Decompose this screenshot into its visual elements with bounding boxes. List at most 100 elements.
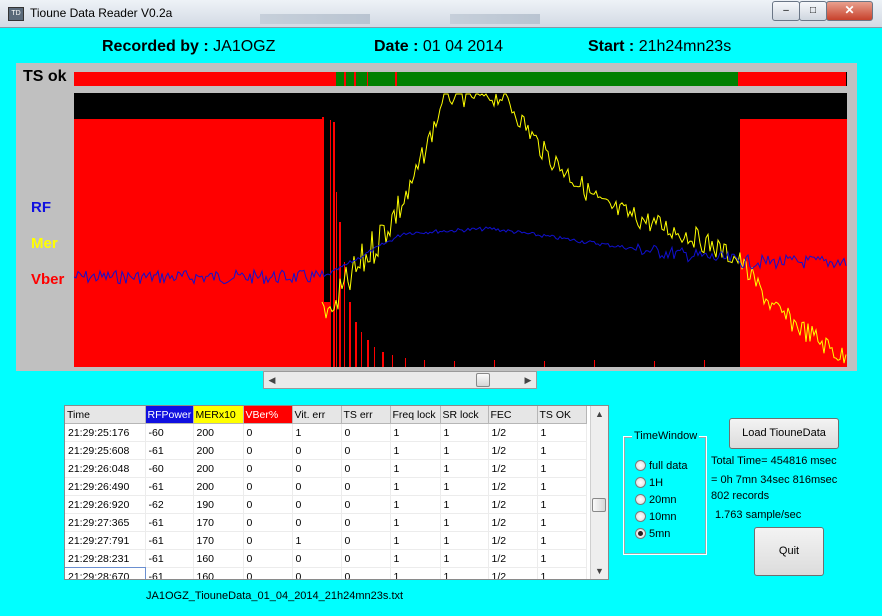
- table-cell[interactable]: 1/2: [488, 513, 538, 532]
- table-cell[interactable]: 1: [440, 477, 489, 496]
- table-row[interactable]: 21:29:27:365 -61 170 0 0 0 1 1 1/2 1: [65, 513, 587, 532]
- table-cell[interactable]: 1/2: [488, 441, 538, 460]
- table-cell[interactable]: 1: [292, 423, 342, 442]
- table-cell[interactable]: 0: [341, 477, 391, 496]
- column-header[interactable]: TS OK: [537, 406, 587, 424]
- data-table[interactable]: Time RFPower MERx10 VBer% Vit. err TS err Freq…: [64, 405, 609, 580]
- table-row[interactable]: 21:29:25:608 -61 200 0 0 0 1 1 1/2 1: [65, 441, 587, 460]
- table-cell[interactable]: 1: [440, 531, 489, 550]
- table-cell[interactable]: 0: [292, 513, 342, 532]
- table-cell[interactable]: 200: [193, 459, 244, 478]
- column-header[interactable]: VBer%: [243, 406, 293, 424]
- table-cell[interactable]: 1: [440, 423, 489, 442]
- table-cell[interactable]: 0: [243, 567, 293, 579]
- table-cell[interactable]: 200: [193, 441, 244, 460]
- table-cell[interactable]: 0: [292, 441, 342, 460]
- table-cell[interactable]: 200: [193, 477, 244, 496]
- column-header[interactable]: TS err: [341, 406, 391, 424]
- radio-icon[interactable]: [635, 528, 646, 539]
- table-cell[interactable]: 0: [341, 513, 391, 532]
- table-cell[interactable]: 1: [390, 549, 441, 568]
- table-cell[interactable]: 0: [243, 423, 293, 442]
- table-scroll-thumb[interactable]: [592, 498, 606, 513]
- table-cell[interactable]: 21:29:26:920: [65, 495, 146, 514]
- plot-scrollbar[interactable]: ◀ ▶: [263, 371, 537, 389]
- table-cell[interactable]: -61: [145, 513, 194, 532]
- table-cell[interactable]: 160: [193, 549, 244, 568]
- table-cell[interactable]: 0: [243, 513, 293, 532]
- time-window-option[interactable]: full data: [635, 459, 688, 473]
- table-cell[interactable]: 0: [292, 459, 342, 478]
- column-header[interactable]: Vit. err: [292, 406, 342, 424]
- table-cell[interactable]: 1: [537, 531, 587, 550]
- table-cell[interactable]: 21:29:25:176: [65, 423, 146, 442]
- table-cell[interactable]: 1: [537, 459, 587, 478]
- table-row[interactable]: 21:29:26:490 -61 200 0 0 0 1 1 1/2 1: [65, 477, 587, 496]
- table-cell[interactable]: 1/2: [488, 567, 538, 579]
- table-cell[interactable]: 1/2: [488, 459, 538, 478]
- table-row[interactable]: 21:29:26:920 -62 190 0 0 0 1 1 1/2 1: [65, 495, 587, 514]
- table-cell[interactable]: 1: [537, 549, 587, 568]
- table-cell[interactable]: 0: [243, 441, 293, 460]
- table-cell[interactable]: 1/2: [488, 423, 538, 442]
- time-window-option[interactable]: 10mn: [635, 510, 677, 524]
- table-cell[interactable]: 0: [243, 531, 293, 550]
- time-window-option[interactable]: 1H: [635, 476, 663, 490]
- plot-scroll-thumb[interactable]: [476, 373, 491, 387]
- table-cell[interactable]: -61: [145, 477, 194, 496]
- table-cell[interactable]: 1: [440, 459, 489, 478]
- table-cell[interactable]: 21:29:26:048: [65, 459, 146, 478]
- table-cell[interactable]: 1: [537, 567, 587, 579]
- table-cell[interactable]: 21:29:27:365: [65, 513, 146, 532]
- time-window-option[interactable]: 5mn: [635, 527, 670, 541]
- table-cell[interactable]: 1: [440, 495, 489, 514]
- table-cell[interactable]: 170: [193, 531, 244, 550]
- table-cell[interactable]: -60: [145, 423, 194, 442]
- scroll-left-icon[interactable]: ◀: [264, 372, 280, 388]
- table-cell[interactable]: -61: [145, 441, 194, 460]
- scroll-down-icon[interactable]: ▼: [591, 563, 608, 579]
- column-header[interactable]: FEC: [488, 406, 538, 424]
- scroll-up-icon[interactable]: ▲: [591, 406, 608, 422]
- table-cell[interactable]: 1: [390, 531, 441, 550]
- radio-icon[interactable]: [635, 477, 646, 488]
- table-cell[interactable]: 21:29:28:670: [65, 566, 146, 579]
- scroll-right-icon[interactable]: ▶: [520, 372, 536, 388]
- minimize-button[interactable]: ‒: [772, 1, 800, 21]
- table-cell[interactable]: 1/2: [488, 549, 538, 568]
- table-cell[interactable]: 1: [537, 441, 587, 460]
- table-cell[interactable]: 170: [193, 513, 244, 532]
- table-cell[interactable]: 0: [292, 495, 342, 514]
- table-scrollbar[interactable]: ▲ ▼: [590, 406, 608, 579]
- table-cell[interactable]: 1: [537, 513, 587, 532]
- column-header[interactable]: SR lock: [440, 406, 489, 424]
- table-cell[interactable]: 0: [341, 441, 391, 460]
- load-tioune-data-button[interactable]: Load TiouneData: [729, 418, 839, 449]
- table-cell[interactable]: 1: [440, 513, 489, 532]
- table-cell[interactable]: 1: [390, 459, 441, 478]
- radio-icon[interactable]: [635, 494, 646, 505]
- table-row[interactable]: 21:29:26:048 -60 200 0 0 0 1 1 1/2 1: [65, 459, 587, 478]
- table-cell[interactable]: 0: [243, 477, 293, 496]
- table-cell[interactable]: 1: [537, 495, 587, 514]
- table-cell[interactable]: 21:29:28:231: [65, 549, 146, 568]
- table-cell[interactable]: 0: [292, 477, 342, 496]
- table-cell[interactable]: 0: [243, 459, 293, 478]
- maximize-button[interactable]: □: [799, 1, 827, 21]
- table-cell[interactable]: 21:29:27:791: [65, 531, 146, 550]
- table-cell[interactable]: -60: [145, 459, 194, 478]
- table-cell[interactable]: 0: [243, 549, 293, 568]
- table-row[interactable]: 21:29:28:670 -61 160 0 0 0 1 1 1/2 1: [65, 566, 587, 579]
- column-header[interactable]: RFPower: [145, 406, 194, 424]
- table-cell[interactable]: 0: [341, 459, 391, 478]
- table-cell[interactable]: 200: [193, 423, 244, 442]
- table-cell[interactable]: 1: [390, 423, 441, 442]
- table-cell[interactable]: 1: [440, 549, 489, 568]
- table-cell[interactable]: 21:29:26:490: [65, 477, 146, 496]
- column-header[interactable]: Freq lock: [390, 406, 441, 424]
- table-row[interactable]: 21:29:25:176 -60 200 0 1 0 1 1 1/2 1: [65, 423, 587, 442]
- table-cell[interactable]: 1: [440, 441, 489, 460]
- table-cell[interactable]: 1: [537, 423, 587, 442]
- table-cell[interactable]: 0: [341, 567, 391, 579]
- table-cell[interactable]: 1: [292, 531, 342, 550]
